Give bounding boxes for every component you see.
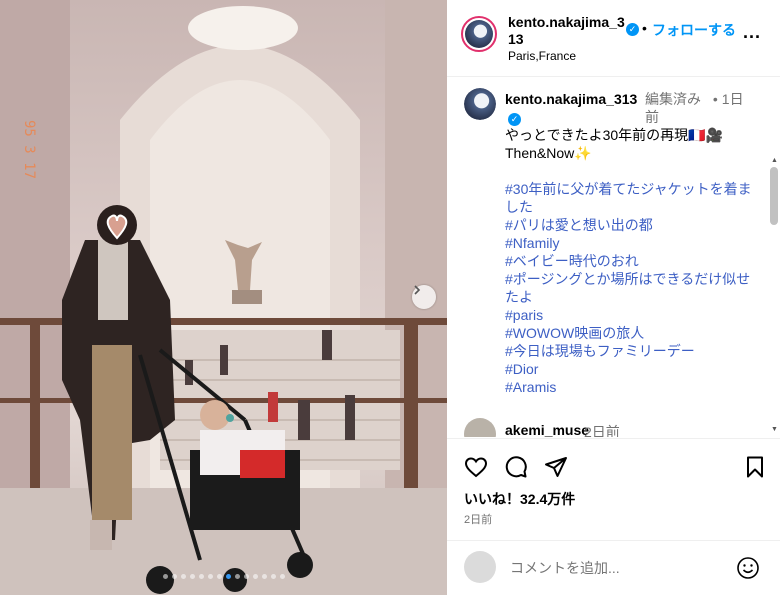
carousel-dot xyxy=(198,574,204,579)
hashtag-list: #30年前に父が着てたジャケットを着ました #パリは愛と想い出の都 #Nfamily… xyxy=(505,180,755,396)
comment-avatar[interactable] xyxy=(464,418,496,437)
scroll-up-arrow-icon[interactable]: ▲ xyxy=(771,157,778,164)
hashtag-link[interactable]: #Aramis xyxy=(505,378,755,396)
edited-label: 編集済み xyxy=(645,91,701,107)
hashtag-link[interactable]: #ベイビー時代のおれ xyxy=(505,252,755,270)
post-time: 2日前 xyxy=(464,514,493,526)
comment-icon[interactable] xyxy=(504,455,528,479)
carousel-dot xyxy=(225,574,231,579)
hashtag-link[interactable]: #WOWOW映画の旅人 xyxy=(505,324,755,342)
verified-badge-icon: ✓ xyxy=(626,23,639,36)
current-user-avatar xyxy=(464,551,496,583)
caption-verified-icon: ✓ xyxy=(508,113,521,126)
carousel-dot xyxy=(207,574,213,579)
carousel-dot xyxy=(270,574,276,579)
likes-count[interactable]: いいね！32.4万件 xyxy=(464,489,575,509)
author-avatar[interactable] xyxy=(461,16,497,52)
carousel-dot xyxy=(180,574,186,579)
emoji-icon[interactable] xyxy=(736,556,760,580)
carousel-dot xyxy=(234,574,240,579)
header-separator: • xyxy=(642,20,647,36)
hashtag-link[interactable]: #Dior xyxy=(505,360,755,378)
author-username[interactable]: kento.nakajima_313 xyxy=(508,14,628,48)
hashtag-link[interactable]: #Nfamily xyxy=(505,234,755,252)
heart-icon[interactable] xyxy=(464,455,488,479)
post-side-panel: kento.nakajima_313 ✓ • フォローする Paris,Fran… xyxy=(447,0,780,595)
carousel-dot xyxy=(162,574,168,579)
caption-author-avatar[interactable] xyxy=(464,88,496,120)
hashtag-link[interactable]: #今日は現場もファミリーデー xyxy=(505,342,755,360)
meta-separator: • xyxy=(712,91,718,107)
carousel-dot xyxy=(243,574,249,579)
carousel-dot xyxy=(189,574,195,579)
bookmark-icon[interactable] xyxy=(743,455,767,479)
hashtag-link[interactable]: #paris xyxy=(505,306,755,324)
hashtag-link[interactable]: #ポージングとか場所はできるだけ似せたよ xyxy=(505,270,755,306)
location-link[interactable]: Paris,France xyxy=(508,49,576,63)
post-header: kento.nakajima_313 ✓ • フォローする Paris,Fran… xyxy=(447,0,780,77)
photo-scene: 95 3 17 xyxy=(0,0,447,595)
carousel-dot xyxy=(252,574,258,579)
caption-line2: Then&Now✨ xyxy=(505,145,592,161)
add-comment-bar xyxy=(447,540,780,596)
hashtag-link[interactable]: #30年前に父が着てたジャケットを着ました xyxy=(505,180,755,216)
carousel-dot xyxy=(171,574,177,579)
next-photo-button[interactable] xyxy=(412,285,436,309)
comments-scrollbar[interactable] xyxy=(770,167,778,225)
comments-area: kento.nakajima_313 ✓ やっとできたよ30年前の再現🇫🇷🎥 T… xyxy=(447,77,780,437)
follow-button[interactable]: フォローする xyxy=(652,20,736,40)
caption: kento.nakajima_313 ✓ やっとできたよ30年前の再現🇫🇷🎥 T… xyxy=(505,90,755,396)
carousel-dots xyxy=(0,574,447,579)
comment-input[interactable] xyxy=(508,559,712,577)
caption-username[interactable]: kento.nakajima_313 xyxy=(505,91,637,107)
hashtag-link[interactable]: #パリは愛と想い出の都 xyxy=(505,216,755,234)
post-actions: いいね！32.4万件 2日前 xyxy=(447,438,780,549)
share-icon[interactable] xyxy=(544,455,568,479)
carousel-dot xyxy=(261,574,267,579)
scroll-down-arrow-icon[interactable]: ▼ xyxy=(771,426,778,433)
comment-username[interactable]: akemi_muse xyxy=(505,422,589,437)
more-options-button[interactable]: ... xyxy=(743,22,761,43)
comment-time: 2日前 xyxy=(584,424,620,437)
carousel-dot xyxy=(279,574,285,579)
caption-line1: やっとできたよ30年前の再現🇫🇷🎥 xyxy=(505,127,724,143)
caption-meta: 編集済み • 1日前 xyxy=(645,90,755,126)
chevron-right-icon xyxy=(414,285,421,295)
photo-date-stamp: 95 3 17 xyxy=(21,120,37,179)
carousel-dot xyxy=(216,574,222,579)
post-photo: 95 3 17 xyxy=(0,0,447,595)
